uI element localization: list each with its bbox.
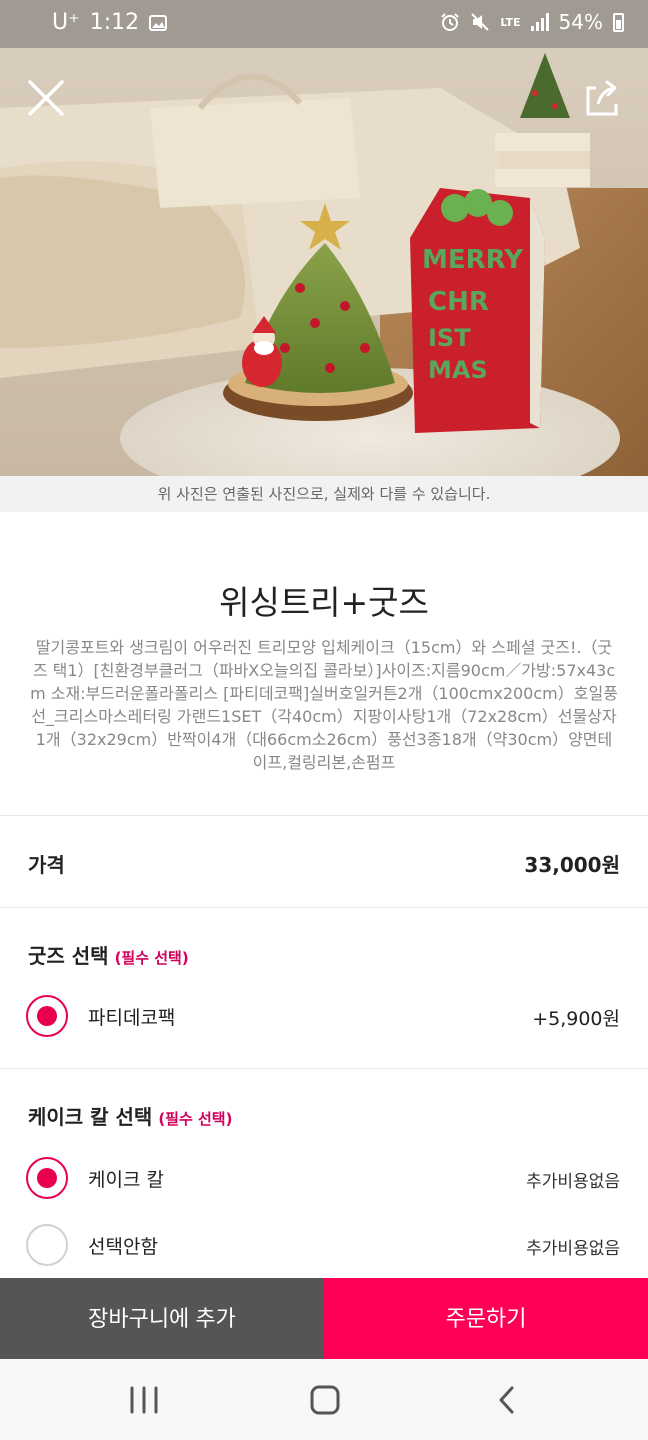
recent-apps-icon bbox=[130, 1386, 158, 1414]
add-to-cart-button[interactable]: 장바구니에 추가 bbox=[0, 1278, 324, 1359]
share-icon bbox=[586, 80, 618, 116]
radio-button[interactable] bbox=[26, 1157, 68, 1199]
network-type: LTE bbox=[500, 15, 521, 29]
share-button[interactable] bbox=[580, 76, 624, 120]
option-label: 파티데코팩 bbox=[88, 1007, 176, 1029]
clock: 1:12 bbox=[89, 10, 140, 35]
navigation-bar bbox=[0, 1359, 648, 1440]
recent-apps-button[interactable] bbox=[114, 1383, 174, 1417]
option-party-deco-pack[interactable]: 파티데코팩 +5,900원 bbox=[0, 995, 648, 1055]
gallery-icon bbox=[149, 14, 168, 31]
option-label: 케이크 칼 bbox=[88, 1169, 164, 1191]
signal-icon bbox=[530, 13, 549, 31]
carrier-label: U⁺ bbox=[52, 10, 80, 35]
product-title: 위싱트리+굿즈 bbox=[219, 583, 429, 622]
alarm-icon bbox=[441, 13, 460, 31]
back-button[interactable] bbox=[476, 1383, 536, 1417]
divider bbox=[0, 907, 648, 908]
battery-icon bbox=[613, 12, 624, 32]
product-photo-illustration: MERRY CHR IST MAS bbox=[0, 48, 648, 476]
option-label: 선택안함 bbox=[88, 1236, 158, 1258]
radio-button[interactable] bbox=[26, 995, 68, 1037]
close-icon bbox=[28, 80, 64, 116]
goods-title-text: 굿즈 선택 bbox=[28, 944, 109, 968]
home-button[interactable] bbox=[295, 1383, 355, 1417]
price-label: 가격 bbox=[28, 853, 65, 877]
status-left: U⁺ 1:12 bbox=[52, 10, 168, 35]
divider bbox=[0, 815, 648, 816]
home-icon bbox=[310, 1385, 340, 1415]
product-image: MERRY CHR IST MAS bbox=[0, 48, 648, 476]
divider bbox=[0, 1068, 648, 1069]
image-caption: 위 사진은 연출된 사진으로, 실제와 다를 수 있습니다. bbox=[0, 476, 648, 512]
option-no-selection[interactable]: 선택안함 추가비용없음 bbox=[0, 1224, 648, 1284]
option-price: 추가비용없음 bbox=[526, 1172, 620, 1192]
svg-text:MAS: MAS bbox=[428, 356, 488, 384]
option-cake-knife[interactable]: 케이크 칼 추가비용없음 bbox=[0, 1157, 648, 1217]
status-bar: U⁺ 1:12 LTE 54% bbox=[0, 0, 648, 48]
status-right: LTE 54% bbox=[440, 10, 624, 34]
battery-percent: 54% bbox=[558, 10, 603, 34]
option-price: +5,900원 bbox=[532, 1008, 620, 1030]
knife-section-title: 케이크 칼 선택 (필수 선택) bbox=[28, 1101, 232, 1130]
required-badge: (필수 선택) bbox=[158, 1110, 233, 1128]
svg-text:IST: IST bbox=[428, 324, 471, 352]
radio-button[interactable] bbox=[26, 1224, 68, 1266]
option-price: 추가비용없음 bbox=[526, 1239, 620, 1259]
goods-section-title: 굿즈 선택 (필수 선택) bbox=[28, 940, 189, 969]
order-button[interactable]: 주문하기 bbox=[324, 1278, 648, 1359]
price-value: 33,000원 bbox=[524, 853, 620, 877]
mute-icon bbox=[471, 13, 490, 31]
product-description: 딸기콩포트와 생크림이 어우러진 트리모양 입체케이크（15cm）와 스페셜 굿… bbox=[30, 638, 618, 772]
svg-text:MERRY: MERRY bbox=[422, 245, 524, 275]
close-button[interactable] bbox=[24, 76, 68, 120]
svg-text:CHR: CHR bbox=[428, 287, 489, 317]
required-badge: (필수 선택) bbox=[114, 949, 189, 967]
knife-title-text: 케이크 칼 선택 bbox=[28, 1105, 153, 1129]
back-icon bbox=[499, 1386, 514, 1414]
